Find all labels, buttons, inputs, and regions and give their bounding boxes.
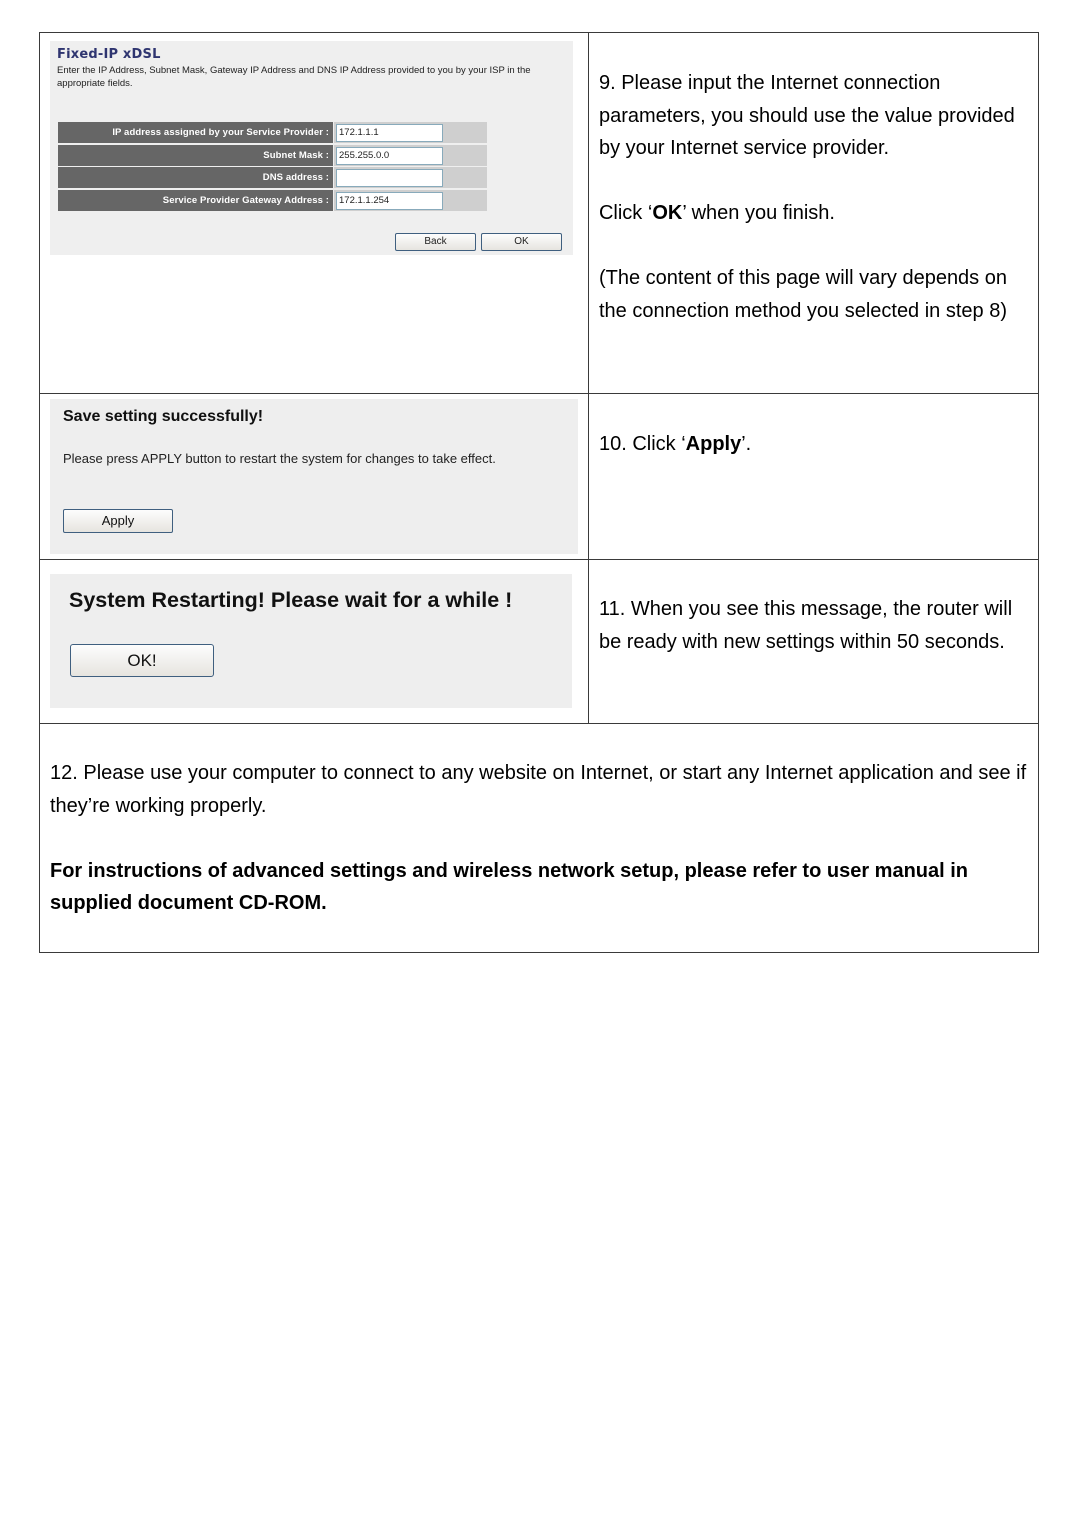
step12-row: 12. Please use your computer to connect … [39,723,1039,953]
fixed-ip-panel: Fixed-IP xDSL Enter the IP Address, Subn… [50,41,573,255]
ip-address-input[interactable]: 172.1.1.1 [336,124,443,142]
system-restarting-title: System Restarting! Please wait for a whi… [69,588,513,612]
step10-row: Save setting successfully! Please press … [39,393,1040,560]
gateway-address-input[interactable]: 172.1.1.254 [336,191,443,210]
dns-address-input[interactable] [336,169,443,187]
step12-instruction: 12. Please use your computer to connect … [50,762,1027,817]
step9-row: Fixed-IP xDSL Enter the IP Address, Subn… [39,32,1040,394]
ip-address-row: IP address assigned by your Service Prov… [58,122,487,143]
step9-click-ok: Click ‘OK’ when you finish. [598,202,835,224]
subnet-mask-row: Subnet Mask : 255.255.0.0 [58,144,487,166]
subnet-mask-label: Subnet Mask : [58,144,333,166]
instruction-table: Fixed-IP xDSL Enter the IP Address, Subn… [39,32,1040,953]
step9-note: (The content of this page will vary depe… [598,267,1008,322]
fixed-ip-title: Fixed-IP xDSL [57,47,161,62]
step12-note: For instructions of advanced settings an… [50,859,969,915]
back-button[interactable]: Back [395,233,476,251]
ok-emphasis: OK [652,202,683,224]
step11-screenshot-cell: System Restarting! Please wait for a whi… [39,559,589,724]
subnet-mask-input[interactable]: 255.255.0.0 [336,146,443,165]
save-success-title: Save setting successfully! [63,408,264,425]
step11-instruction: 11. When you see this message, the route… [598,598,1013,653]
gateway-address-row: Service Provider Gateway Address : 172.1… [58,189,487,211]
step10-text-cell: 10. Click ‘Apply’. [587,393,1040,560]
system-restarting-panel: System Restarting! Please wait for a whi… [50,574,572,708]
step11-text-cell: 11. When you see this message, the route… [587,559,1040,724]
fixed-ip-description: Enter the IP Address, Subnet Mask, Gatew… [57,65,531,89]
step9-text-cell: 9. Please input the Internet connection … [587,32,1040,394]
ok-restart-button[interactable]: OK! [70,644,214,677]
gateway-address-label: Service Provider Gateway Address : [58,189,333,211]
step11-row: System Restarting! Please wait for a whi… [39,559,1040,724]
ok-button[interactable]: OK [481,233,562,251]
step9-screenshot-cell: Fixed-IP xDSL Enter the IP Address, Subn… [39,32,589,394]
ip-address-label: IP address assigned by your Service Prov… [58,122,333,143]
apply-button[interactable]: Apply [63,509,173,533]
apply-emphasis: Apply [685,433,742,455]
dns-address-row: DNS address : [58,167,487,188]
step9-instruction: 9. Please input the Internet connection … [598,72,1015,159]
step12-cell: 12. Please use your computer to connect … [39,723,1039,953]
dns-address-label: DNS address : [58,167,333,188]
step10-screenshot-cell: Save setting successfully! Please press … [39,393,589,560]
save-success-panel: Save setting successfully! Please press … [50,399,578,554]
fixed-ip-form: IP address assigned by your Service Prov… [58,122,487,212]
step10-instruction: 10. Click ‘Apply’. [598,433,752,455]
save-success-description: Please press APPLY button to restart the… [63,451,496,466]
